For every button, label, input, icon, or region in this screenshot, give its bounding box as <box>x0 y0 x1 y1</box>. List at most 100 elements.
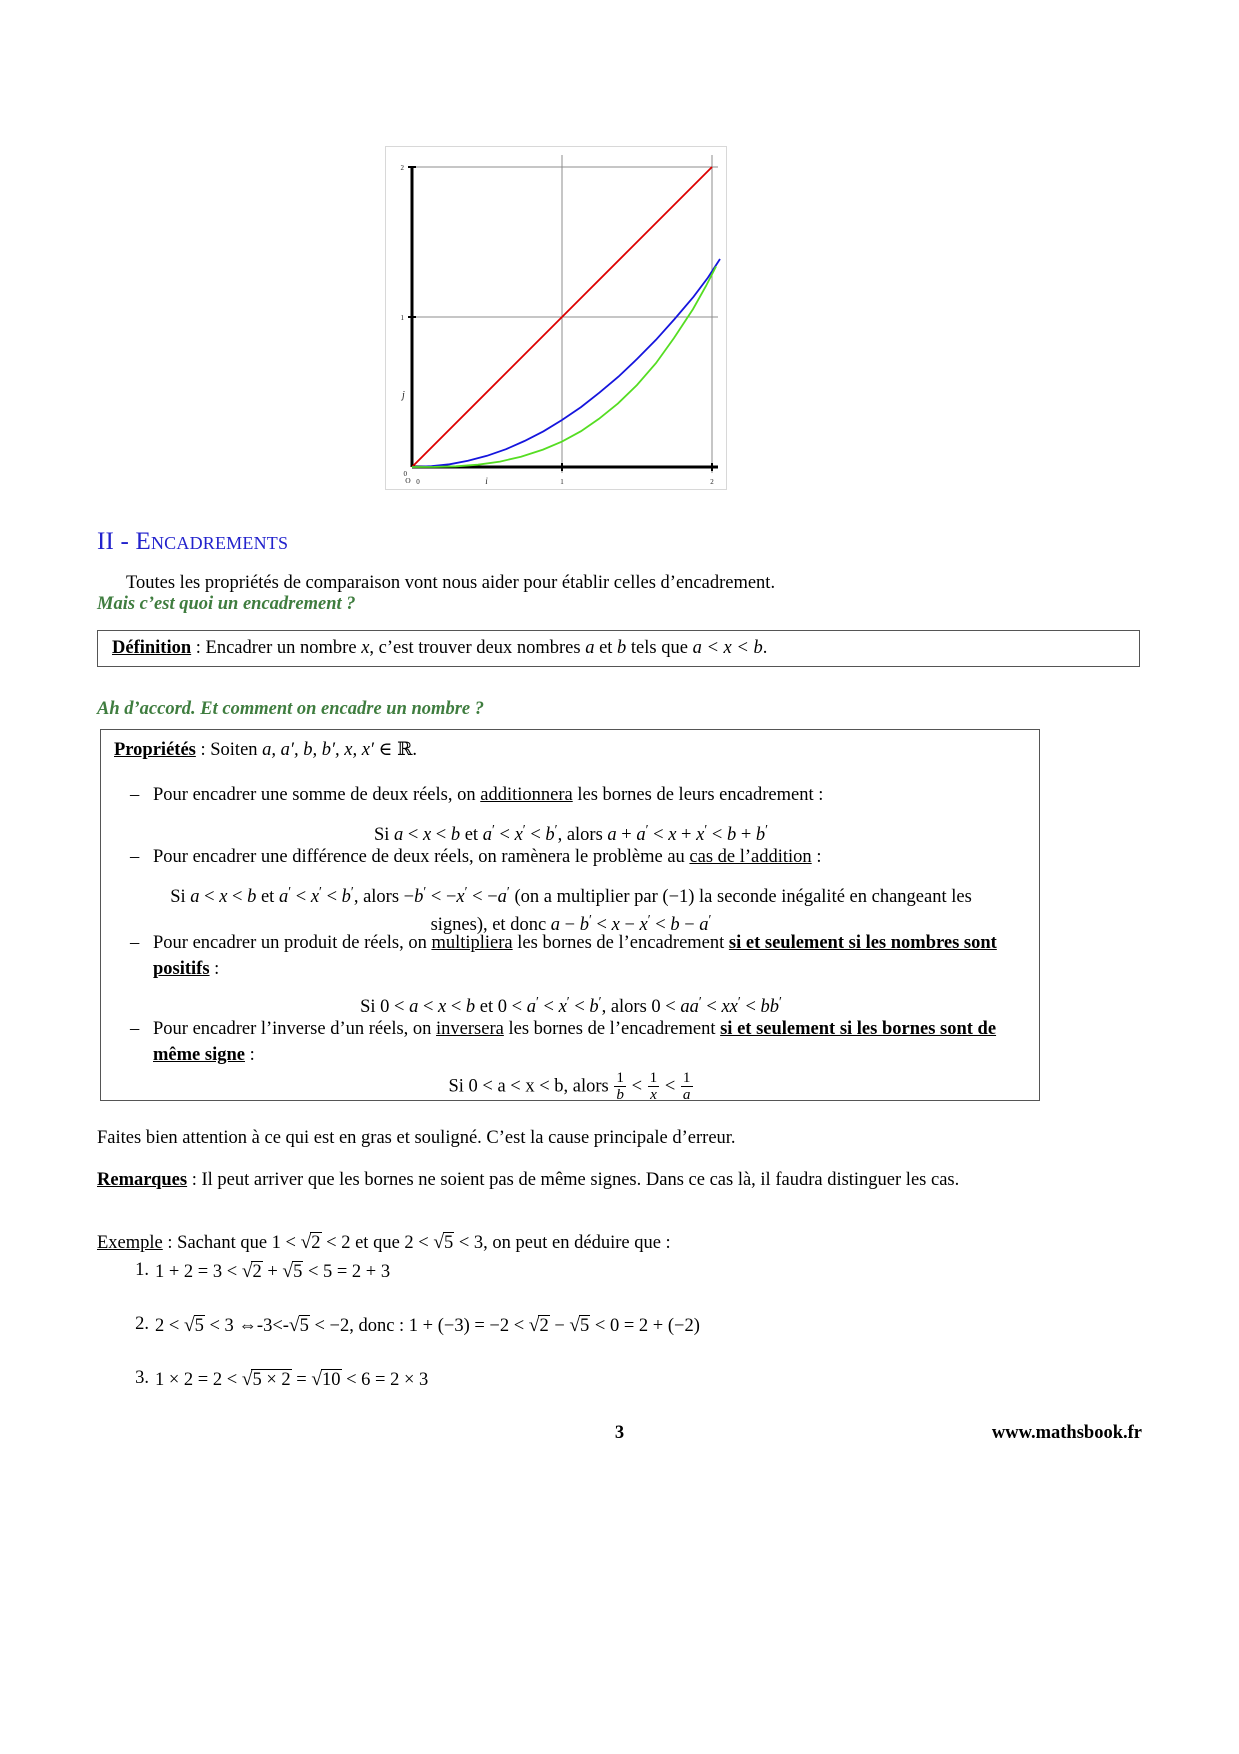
graph-svg: 2 1 0 j⃗ O 0 i⃗ 1 2 <box>400 155 721 486</box>
example-number-1: 1. <box>135 1260 149 1280</box>
x-unit-vector-label: i⃗ <box>485 476 495 486</box>
section-separator: - <box>120 528 130 555</box>
properties-vars: a, a′, b, b′, x, x′ <box>262 740 374 760</box>
example-3-mid: = <box>291 1369 312 1390</box>
x-tick-label-0: 0 <box>416 478 420 486</box>
property-item-sum-text: Pour encadrer une somme de deux réels, o… <box>130 783 1022 809</box>
property-item-difference: – Pour encadrer une différence de deux r… <box>130 845 1022 871</box>
underlined-multipliera: multipliera <box>431 933 513 953</box>
example-body-2: < 2 et que 2 < <box>321 1233 434 1253</box>
origin-label: O <box>405 476 411 485</box>
website-footer: www.mathsbook.fr <box>991 1423 1142 1443</box>
underlined-additionnera: additionnera <box>480 785 573 805</box>
definition-colon: : <box>191 638 206 658</box>
sqrt-5-icon: √5 <box>282 1261 304 1282</box>
example-2-mid: < 3 ⇔-3<- <box>204 1315 289 1336</box>
sqrt-5-icon-b: √5 <box>288 1314 310 1336</box>
green-question-2: Ah d’accord. Et comment on encadre un no… <box>97 699 484 719</box>
section-number: II <box>97 528 115 555</box>
example-2-mid2: < −2, donc : 1 + (−3) = −2 < <box>309 1315 529 1336</box>
underlined-cas-addition: cas de l’addition <box>689 847 812 867</box>
text-before: Pour encadrer l’inverse d’un réels, on <box>153 1019 437 1039</box>
example-2-prefix: 2 < <box>155 1315 184 1336</box>
definition-body-2: , c’est trouver deux nombres <box>369 638 586 658</box>
y-tick-label-1: 1 <box>401 314 405 322</box>
fraction-1-over-b: 1b <box>614 1069 626 1103</box>
fraction-1-over-x: 1x <box>647 1069 660 1103</box>
properties-member: ∈ <box>373 740 397 760</box>
example-3-prefix: 1 × 2 = 2 < <box>155 1369 242 1390</box>
text-after: : <box>209 958 220 979</box>
remarks-body: : Il peut arriver que les bornes ne soie… <box>187 1170 960 1190</box>
formula-inverse-prefix: Si 0 < a < x < b, alors <box>448 1076 614 1097</box>
green-question-1: Mais c’est quoi un encadrement ? <box>97 594 356 614</box>
property-item-sum: – Pour encadrer une somme de deux réels,… <box>130 783 1022 809</box>
text-after: les bornes de leurs encadrement : <box>572 785 824 805</box>
text-after: : <box>811 847 822 867</box>
example-body-3: < 3, on peut en déduire que : <box>454 1233 671 1253</box>
definition-box: Définition : Encadrer un nombre x, c’est… <box>97 630 1140 667</box>
formula-difference-line-1: Si a < x < b et a′ < x′ < b′, alors −b′ … <box>170 884 972 907</box>
example-1-suffix: < 5 = 2 + 3 <box>303 1262 391 1282</box>
example-1-prefix: 1 + 2 = 3 < <box>155 1262 242 1282</box>
remarks-paragraph: Remarques : Il peut arriver que les born… <box>97 1167 1142 1194</box>
bullet-dash: – <box>130 785 140 805</box>
sqrt-2-icon: √2 <box>300 1232 322 1253</box>
properties-intro: : Soiten <box>195 740 263 760</box>
example-1-mid: + <box>262 1262 283 1282</box>
sqrt-5-icon-c: √5 <box>569 1314 591 1336</box>
bullet-dash: – <box>130 1019 140 1039</box>
curve-cube <box>411 266 717 468</box>
definition-relation: a < x < b <box>692 638 763 658</box>
properties-header: Propriétés : Soiten a, a′, b, b′, x, x′ … <box>114 739 417 761</box>
definition-text: Définition : Encadrer un nombre x, c’est… <box>112 638 767 659</box>
sqrt-5-icon: √5 <box>433 1232 455 1253</box>
example-number-2: 2. <box>135 1313 149 1334</box>
example-item-2: 2. 2 < √5 < 3 ⇔-3<-√5 < −2, donc : 1 + (−… <box>97 1312 1142 1340</box>
text-before: Pour encadrer une somme de deux réels, o… <box>153 785 481 805</box>
property-item-inverse-text: Pour encadrer l’inverse d’un réels, on i… <box>130 1017 1022 1069</box>
fraction-1-over-a: 1a <box>680 1069 693 1103</box>
definition-body-1: Encadrer un nombre <box>205 638 362 658</box>
text-mid: les bornes de l’encadrement <box>503 1019 721 1039</box>
y-unit-vector-label: j⃗ <box>400 390 413 401</box>
sqrt-2-icon: √2 <box>528 1314 550 1336</box>
example-label: Exemple <box>97 1233 163 1253</box>
definition-label: Définition <box>112 638 192 658</box>
definition-period: . <box>762 638 768 658</box>
property-item-product: – Pour encadrer un produit de réels, on … <box>130 931 1022 983</box>
text-mid: les bornes de l’encadrement <box>512 933 729 953</box>
examples-list: 1. 1 + 2 = 3 < √2 + √5 < 5 = 2 + 3 2. 2 < … <box>97 1258 1142 1420</box>
text-before: Pour encadrer une différence de deux rée… <box>153 847 690 867</box>
example-body-1: : Sachant que 1 < <box>162 1233 301 1253</box>
intro-paragraph: Toutes les propriétés de comparaison von… <box>126 573 776 593</box>
definition-body-4: tels que <box>626 638 693 658</box>
formula-inverse: Si 0 < a < x < b, alors 1b < 1x < 1a <box>448 1069 693 1103</box>
properties-period: . <box>412 740 417 760</box>
property-item-inverse: – Pour encadrer l’inverse d’un réels, on… <box>130 1017 1022 1069</box>
properties-box: Propriétés : Soiten a, a′, b, b′, x, x′ … <box>100 729 1040 1103</box>
curve-square <box>411 258 721 468</box>
example-2-mid3: − <box>549 1315 570 1336</box>
section-title: Encadrements <box>135 528 289 555</box>
definition-body-3: et <box>594 638 618 658</box>
section-heading: II - Encadrements <box>97 528 288 556</box>
example-3-suffix: < 6 = 2 × 3 <box>341 1369 429 1390</box>
example-2-suffix: < 0 = 2 + (−2) <box>590 1315 700 1336</box>
example-item-1: 1. 1 + 2 = 3 < √2 + √5 < 5 = 2 + 3 <box>97 1258 1142 1286</box>
sqrt-2-icon: √2 <box>241 1261 263 1282</box>
remarks-label: Remarques <box>97 1170 188 1190</box>
y-tick-label-2: 2 <box>401 164 405 172</box>
sqrt-10-icon: √10 <box>311 1368 342 1390</box>
definition-var-b: b <box>617 638 627 658</box>
sqrt-5x2-icon: √5 × 2 <box>241 1368 292 1390</box>
text-before: Pour encadrer un produit de réels, on <box>153 933 432 953</box>
x-tick-label-2: 2 <box>710 478 714 486</box>
exponential-comparison-graph: 2 1 0 j⃗ O 0 i⃗ 1 2 <box>385 146 727 490</box>
properties-label: Propriétés <box>114 740 196 760</box>
attention-paragraph: Faites bien attention à ce qui est en gr… <box>97 1128 736 1148</box>
bullet-dash: – <box>130 933 140 953</box>
property-item-product-text: Pour encadrer un produit de réels, on mu… <box>130 931 1022 983</box>
example-number-3: 3. <box>135 1367 149 1388</box>
document-page: 2 1 0 j⃗ O 0 i⃗ 1 2 II - Encadrements To… <box>0 0 1239 1754</box>
